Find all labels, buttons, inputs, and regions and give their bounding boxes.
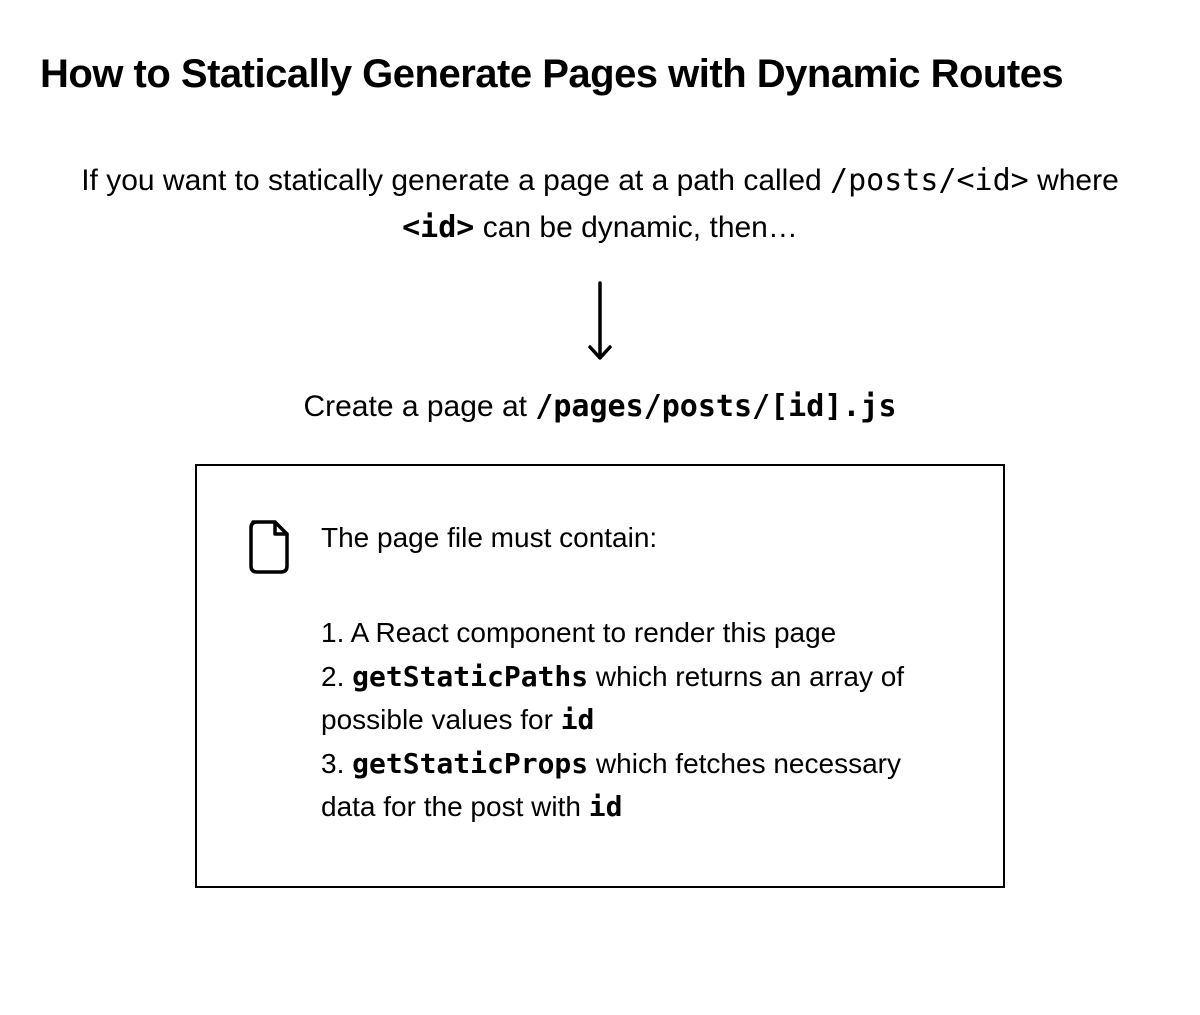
list-item: 2. getStaticPaths which returns an array… (321, 655, 945, 742)
intro-id-code: <id> (402, 210, 474, 245)
requirements-list: 1. A React component to render this page… (321, 611, 945, 828)
item-code: getStaticPaths (352, 660, 588, 693)
item-before (344, 661, 352, 692)
page-title: How to Statically Generate Pages with Dy… (40, 50, 1160, 98)
file-icon (247, 520, 291, 579)
item-before (344, 748, 352, 779)
item-code2: id (589, 790, 623, 823)
item-num: 1. (321, 617, 344, 648)
item-code: getStaticProps (352, 747, 588, 780)
box-content: The page file must contain: 1. A React c… (321, 516, 945, 828)
intro-paragraph: If you want to statically generate a pag… (60, 158, 1140, 251)
item-num: 2. (321, 661, 344, 692)
box-heading: The page file must contain: (321, 516, 945, 559)
intro-text-before: If you want to statically generate a pag… (81, 164, 830, 197)
create-page-line: Create a page at /pages/posts/[id].js (40, 389, 1160, 424)
intro-text-where: where (1029, 164, 1119, 197)
requirements-box: The page file must contain: 1. A React c… (195, 464, 1005, 888)
item-num: 3. (321, 748, 344, 779)
item-code2: id (561, 703, 595, 736)
create-path-code: /pages/posts/[id].js (535, 389, 896, 424)
arrow-down-container (40, 281, 1160, 361)
item-text: A React component to render this page (344, 617, 836, 648)
list-item: 3. getStaticProps which fetches necessar… (321, 742, 945, 829)
create-text: Create a page at (303, 390, 535, 423)
list-item: 1. A React component to render this page (321, 611, 945, 654)
intro-text-after: can be dynamic, then… (474, 211, 798, 244)
arrow-down-icon (587, 281, 613, 361)
intro-path-code: /posts/<id> (830, 163, 1029, 198)
